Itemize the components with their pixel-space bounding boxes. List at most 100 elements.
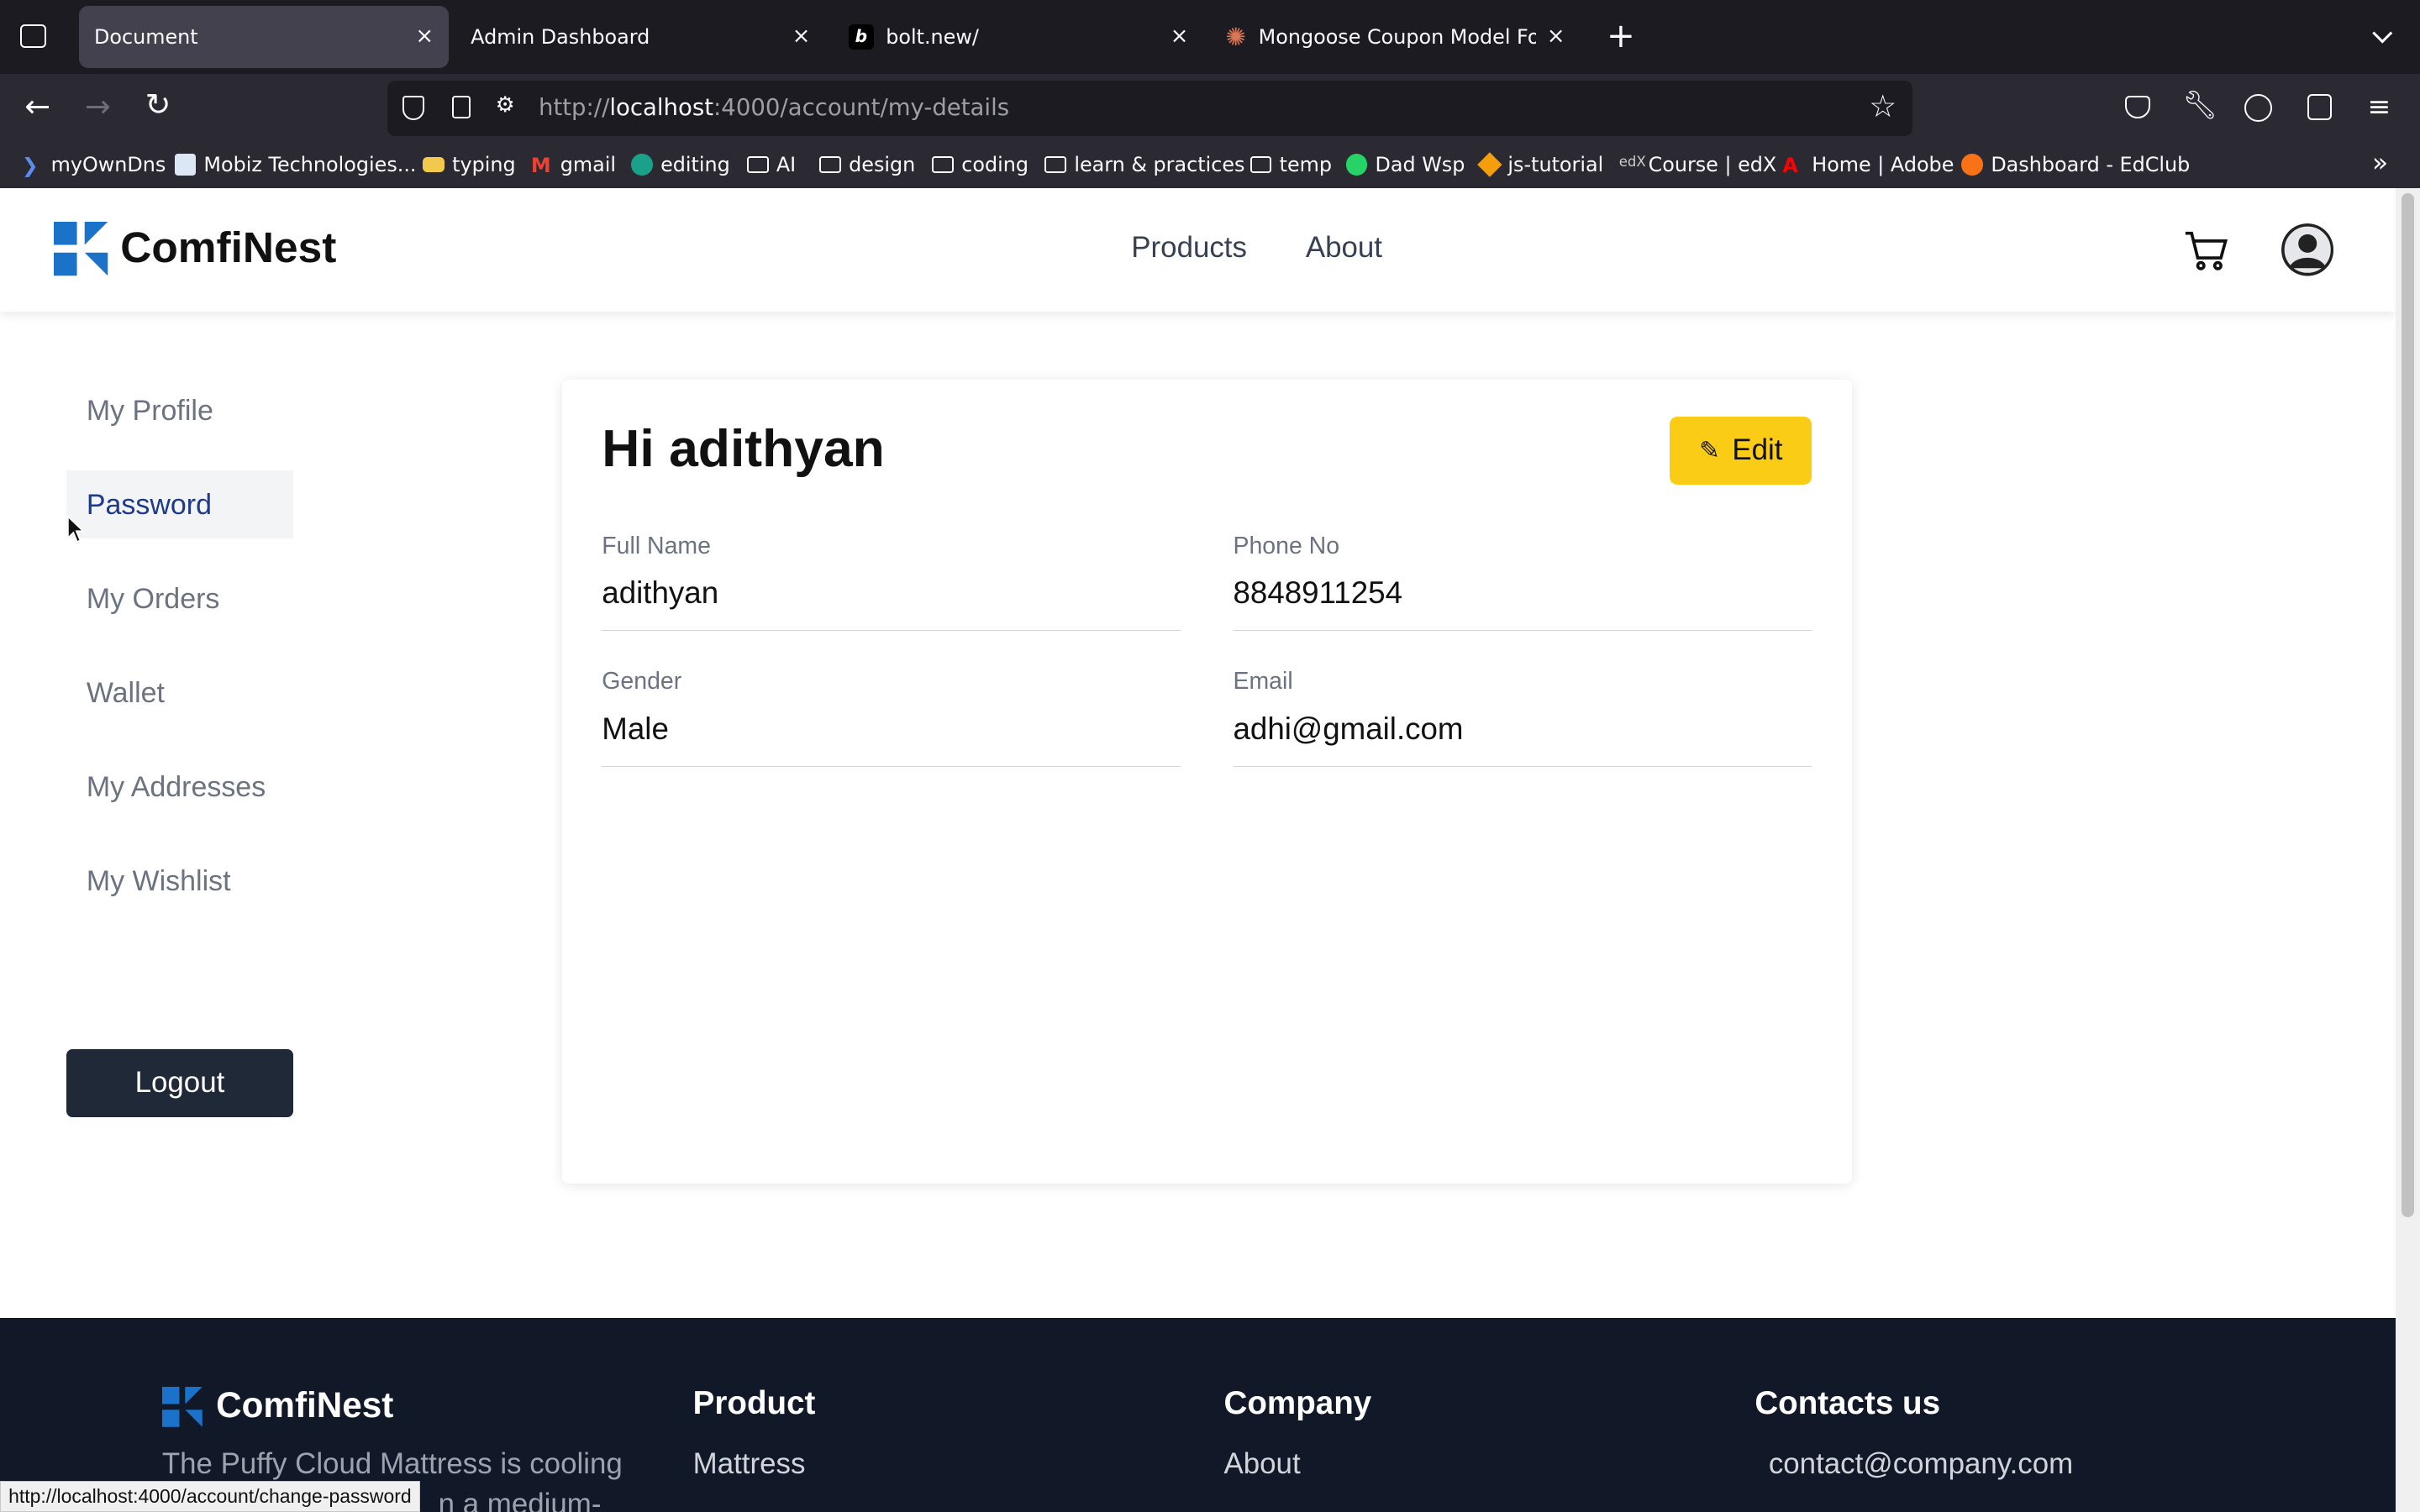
whatsapp-icon — [1345, 153, 1368, 176]
pocket-icon[interactable] — [2125, 95, 2150, 119]
full-name-field: Full Name adithyan — [602, 533, 1181, 632]
bookmark-gmail[interactable]: Mgmail — [530, 153, 616, 177]
account-icon[interactable] — [2244, 94, 2272, 123]
nav-about-link[interactable]: About — [1306, 231, 1382, 265]
bookmark-label: coding — [961, 152, 1028, 176]
new-tab-button[interactable]: + — [1607, 15, 1635, 55]
folder-icon — [1044, 155, 1067, 173]
edx-icon: edX — [1618, 153, 1646, 170]
bookmark-label: editing — [660, 152, 730, 176]
tab-bolt[interactable]: b bolt.new/ × — [834, 6, 1204, 67]
document-icon — [174, 153, 197, 176]
url-host: localhost — [609, 94, 714, 122]
adobe-icon: A — [1782, 153, 1798, 177]
sidebar-item-password[interactable]: Password — [66, 470, 293, 538]
bookmark-myowndns[interactable]: ❯ myOwnDns — [21, 152, 166, 177]
bookmark-ai[interactable]: AI — [746, 152, 797, 176]
sidebar-item-my-addresses[interactable]: My Addresses — [66, 753, 293, 821]
back-arrow-icon[interactable]: ← — [24, 88, 50, 124]
tab-close-icon[interactable]: × — [1171, 24, 1189, 49]
tab-admin-dashboard[interactable]: Admin Dashboard × — [455, 6, 826, 67]
site-header: ComfiNest Products About — [0, 188, 2396, 312]
bookmark-js-tutorial[interactable]: js-tutorial — [1476, 152, 1604, 177]
tab-mongoose-coupon[interactable]: ✺ Mongoose Coupon Model Form × — [1210, 6, 1581, 67]
bookmark-coding[interactable]: coding — [932, 153, 1028, 176]
sidebar-item-my-profile[interactable]: My Profile — [66, 376, 293, 444]
bookmark-label: Dashboard - EdClub — [1991, 152, 2191, 176]
email-field: Email adhi@gmail.com — [1233, 668, 1812, 767]
forward-arrow-icon[interactable]: → — [85, 88, 111, 124]
profile-card: Hi adithyan ✎ Edit Full Name adithyan Ph… — [561, 379, 1853, 1184]
footer-brand[interactable]: ComfiNest — [216, 1385, 393, 1425]
page-info-icon[interactable] — [452, 95, 471, 119]
page-title: Hi adithyan — [602, 418, 885, 478]
tab-close-icon[interactable]: × — [416, 24, 434, 49]
gender-field: Gender Male — [602, 668, 1181, 767]
footer-tagline-cont: n a medium- — [438, 1487, 602, 1512]
user-avatar-icon[interactable] — [2281, 223, 2334, 276]
address-bar[interactable]: ⚙ http://localhost:4000/account/my-detai… — [387, 80, 1912, 136]
field-value: 8848911254 — [1233, 575, 1403, 611]
folder-icon — [1249, 155, 1272, 173]
edit-button[interactable]: ✎ Edit — [1670, 416, 1812, 485]
wrench-icon[interactable]: 🔧︎ — [2182, 88, 2217, 122]
reload-icon[interactable]: ↻ — [145, 87, 171, 123]
brand-name[interactable]: ComfiNest — [120, 222, 336, 272]
url-text[interactable]: http://localhost:4000/account/my-details — [539, 94, 1009, 121]
footer-company-heading: Company — [1223, 1385, 1372, 1422]
gmail-icon: M — [530, 153, 551, 177]
bookmark-label: AI — [776, 152, 797, 176]
tracking-shield-icon[interactable] — [402, 95, 425, 121]
footer-contact-email[interactable]: contact@company.com — [1769, 1447, 2073, 1481]
bookmark-design[interactable]: design — [819, 153, 915, 176]
url-scheme: http:// — [538, 94, 610, 122]
extensions-icon[interactable] — [2307, 94, 2333, 121]
mouse-cursor-icon — [66, 515, 86, 543]
tab-close-icon[interactable]: × — [1547, 24, 1565, 49]
url-path: :4000/account/my-details — [713, 94, 1010, 122]
tab-overview-icon[interactable] — [19, 24, 47, 48]
sidebar-item-my-orders[interactable]: My Orders — [66, 564, 293, 633]
bookmark-learn[interactable]: learn & practices — [1044, 153, 1244, 176]
edclub-icon — [1961, 153, 1984, 176]
tab-list-chevron-icon[interactable] — [2372, 23, 2392, 44]
bookmarks-overflow-icon[interactable]: » — [2372, 148, 2388, 178]
bookmark-star-icon[interactable]: ☆ — [1869, 88, 1897, 124]
tab-close-icon[interactable]: × — [792, 24, 811, 49]
bookmark-temp[interactable]: temp — [1249, 153, 1332, 176]
nav-products-link[interactable]: Products — [1131, 231, 1247, 265]
bookmark-label: learn & practices — [1074, 152, 1245, 176]
footer-contacts-heading: Contacts us — [1754, 1385, 1941, 1422]
scrollbar-thumb[interactable] — [2401, 192, 2414, 1218]
phone-field: Phone No 8848911254 — [1233, 533, 1812, 632]
footer-logo-icon[interactable] — [161, 1387, 203, 1427]
tab-document[interactable]: Document × — [78, 6, 450, 68]
edit-label: Edit — [1732, 433, 1783, 467]
bookmark-edx[interactable]: edX Course | edX — [1619, 153, 1777, 176]
bookmark-editing[interactable]: editing — [631, 153, 730, 176]
logout-button[interactable]: Logout — [66, 1048, 293, 1117]
bookmark-mobiz[interactable]: Mobiz Technologies... — [174, 153, 417, 176]
field-value: Male — [602, 711, 669, 746]
brand-logo-icon[interactable] — [54, 222, 108, 276]
menu-icon[interactable]: ≡ — [2367, 90, 2391, 123]
myowndns-icon: ❯ — [21, 153, 39, 177]
tab-title: Admin Dashboard — [471, 25, 650, 50]
footer-link-about[interactable]: About — [1224, 1447, 1301, 1481]
bookmark-label: Home | Adobe — [1812, 152, 1954, 176]
permissions-icon[interactable]: ⚙ — [496, 92, 515, 118]
field-label: Email — [1233, 668, 1293, 696]
bookmark-edclub[interactable]: Dashboard - EdClub — [1961, 153, 2190, 176]
sidebar-item-my-wishlist[interactable]: My Wishlist — [66, 847, 293, 915]
bookmark-dad-wsp[interactable]: Dad Wsp — [1345, 153, 1465, 176]
footer-link-mattress[interactable]: Mattress — [693, 1447, 806, 1481]
bookmark-typing[interactable]: typing — [423, 153, 516, 176]
link-status-bar: http://localhost:4000/account/change-pas… — [0, 1481, 420, 1512]
bookmark-label: js-tutorial — [1507, 152, 1604, 176]
folder-icon — [819, 155, 841, 173]
sidebar-item-wallet[interactable]: Wallet — [66, 659, 293, 727]
folder-icon — [746, 155, 769, 173]
bookmark-label: myOwnDns — [50, 152, 166, 176]
cart-icon[interactable] — [2184, 230, 2230, 272]
bookmark-adobe[interactable]: A Home | Adobe — [1782, 152, 1954, 177]
